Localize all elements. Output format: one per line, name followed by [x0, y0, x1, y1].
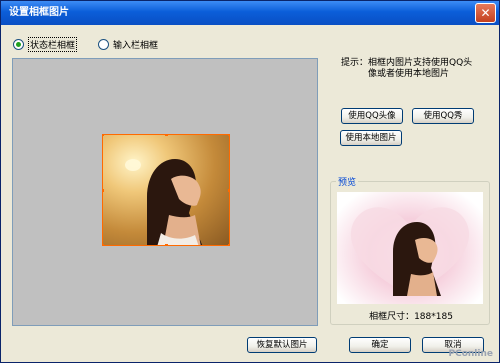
resize-handle[interactable] — [165, 244, 168, 245]
ok-button[interactable]: 确定 — [349, 337, 411, 353]
use-qq-avatar-button[interactable]: 使用QQ头像 — [341, 108, 403, 124]
portrait-image — [125, 159, 203, 245]
radio-label-input-bar-frame: 输入栏相框 — [113, 40, 159, 51]
resize-handle[interactable] — [228, 244, 229, 245]
use-qq-show-button[interactable]: 使用QQ秀 — [412, 108, 474, 124]
radio-input-bar-frame[interactable]: 输入栏相框 — [98, 37, 158, 51]
close-button[interactable]: ✕ — [475, 3, 496, 23]
watermark: PConline — [448, 349, 493, 359]
hint-text: 提示：相框内图片支持使用QQ头 像或者使用本地图片 — [341, 58, 481, 80]
frame-size-value: 188*185 — [414, 312, 453, 322]
frame-selection-box[interactable] — [102, 134, 230, 246]
radio-label-status-bar-frame: 状态栏相框 — [28, 36, 78, 52]
preview-portrait — [350, 207, 470, 296]
image-edit-area[interactable] — [12, 58, 318, 326]
dialog-window: 设置相框图片 ✕ 状态栏相框 输入栏相框 提示：相框内图片支持使用QQ头 像或者… — [0, 0, 500, 363]
restore-default-button[interactable]: 恢复默认图片 — [247, 337, 317, 353]
resize-handle[interactable] — [228, 189, 229, 192]
resize-handle[interactable] — [228, 135, 229, 136]
frame-size-label: 相框尺寸：188*185 — [331, 309, 491, 322]
hint-line-2: 像或者使用本地图片 — [368, 69, 450, 79]
preview-group: 预览 相框尺寸：188*185 — [330, 175, 491, 325]
radio-button[interactable] — [98, 38, 109, 50]
frame-size-prefix: 相框尺寸： — [369, 312, 415, 322]
resize-handle[interactable] — [103, 135, 104, 136]
title-bar[interactable]: 设置相框图片 ✕ — [1, 1, 499, 25]
radio-status-bar-frame[interactable]: 状态栏相框 — [13, 36, 78, 52]
resize-handle[interactable] — [103, 244, 104, 245]
close-icon: ✕ — [480, 6, 491, 20]
resize-handle[interactable] — [103, 189, 104, 192]
hint-line-1: 提示：相框内图片支持使用QQ头 — [341, 58, 473, 68]
radio-button-selected[interactable] — [13, 38, 24, 50]
preview-title: 预览 — [336, 175, 359, 188]
resize-handle[interactable] — [165, 135, 168, 136]
window-title: 设置相框图片 — [9, 7, 69, 18]
use-local-image-button[interactable]: 使用本地图片 — [340, 130, 402, 146]
preview-image — [337, 192, 483, 304]
